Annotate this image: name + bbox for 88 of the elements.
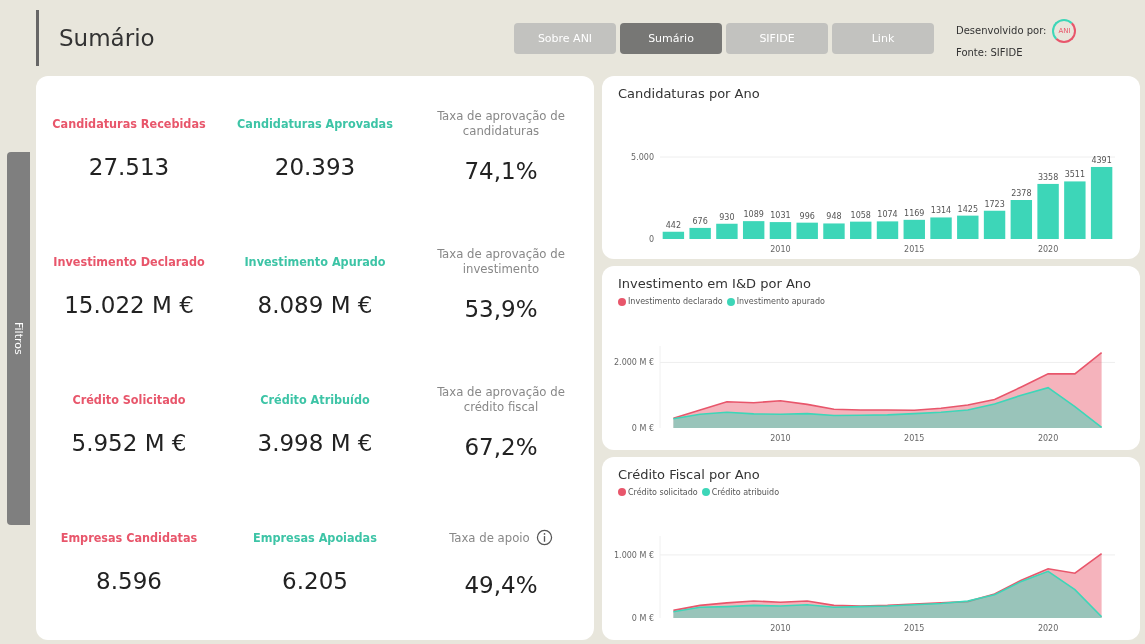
axis-label: 0 M € (631, 423, 654, 433)
chart-bar (823, 223, 845, 240)
info-icon[interactable] (535, 528, 553, 546)
data-label: 3358 (1037, 173, 1059, 183)
kpi-label: Taxa de apoio (449, 529, 530, 545)
kpi-value: 49,4% (464, 572, 538, 598)
axis-label: 2020 (1037, 245, 1059, 255)
axis-label: 2015 (904, 624, 925, 633)
chart-bar (957, 215, 979, 240)
axis-label: 2010 (770, 624, 791, 633)
chart-bar (876, 221, 899, 240)
data-label: 948 (826, 212, 842, 222)
chart-bar (742, 221, 765, 240)
chart-bar (903, 220, 925, 240)
nav-button[interactable]: SIFIDE (726, 22, 828, 54)
kpi-label: Taxa de aprovação de candidaturas (436, 108, 566, 138)
axis-label: 0 (648, 235, 654, 245)
kpi-label: Candidaturas Aprovadas (237, 115, 393, 131)
chart-bar (1064, 181, 1086, 240)
legend-label: Investimento declarado (628, 297, 723, 307)
chart-bar (1037, 184, 1059, 240)
kpi-value: 74,1% (464, 158, 538, 184)
chart-title: Candidaturas por Ano (618, 86, 761, 101)
developed-by-label: Desenvolvido por: (956, 25, 1047, 36)
chart-bar (850, 222, 872, 240)
kpi-value: 8.089 M € (257, 292, 373, 318)
kpi-label: Taxa de aprovação de investimento (436, 246, 566, 276)
chart-title: Investimento em I&D por Ano (618, 276, 812, 292)
axis-label: 2020 (1037, 433, 1059, 443)
data-label: 3511 (1064, 170, 1086, 180)
chart-bar (769, 222, 792, 240)
axis-label: 2015 (904, 433, 925, 443)
nav-button[interactable]: Sumário (620, 22, 722, 54)
legend-label: Crédito atribuido (711, 487, 780, 497)
kpi-value: 6.205 (282, 568, 348, 594)
kpi-label: Crédito Solicitado (72, 391, 186, 407)
data-label: 1169 (904, 209, 925, 219)
data-label: 4391 (1091, 156, 1112, 166)
data-label: 996 (799, 212, 815, 221)
axis-label: 1.000 M € (614, 550, 654, 560)
axis-label: 2.000 M € (614, 358, 654, 368)
data-label: 676 (692, 217, 708, 227)
kpi-value: 53,9% (464, 296, 538, 322)
data-label: 1425 (957, 204, 978, 214)
kpi-label: Empresas Candidatas (60, 529, 198, 545)
kpi-label: Investimento Apurado (244, 253, 386, 269)
axis-label: 2010 (770, 245, 791, 255)
chart-bar (930, 217, 952, 240)
nav-button[interactable]: Link (832, 22, 934, 54)
filters-tab[interactable]: Filtros (7, 152, 30, 525)
kpi-value: 3.998 M € (257, 430, 373, 456)
chart-title: Crédito Fiscal por Ano (618, 466, 761, 482)
chart-bar (662, 232, 685, 240)
kpi-label: Investimento Declarado (53, 253, 205, 269)
legend-label: Investimento apurado (736, 297, 825, 307)
axis-label: 2010 (770, 433, 791, 443)
data-label: 442 (665, 221, 681, 231)
page-title: Sumário (59, 25, 155, 51)
axis-label: 0 M € (631, 614, 654, 623)
kpi-label: Candidaturas Recebidas (52, 115, 206, 131)
data-label: 1074 (877, 210, 898, 220)
kpi-value: 27.513 (88, 154, 170, 180)
nav-button[interactable]: Sobre ANI (514, 22, 616, 54)
kpi-label: Crédito Atribuído (260, 391, 370, 407)
chart-bar (689, 228, 711, 240)
legend-label: Crédito solicitado (628, 487, 698, 497)
kpi-value: 15.022 M € (64, 292, 194, 318)
chart-bar (796, 223, 818, 240)
data-label: 1089 (743, 210, 764, 220)
kpi-label: Taxa de aprovação de crédito fiscal (436, 384, 566, 414)
axis-label: 2020 (1037, 624, 1059, 633)
data-label: 1058 (850, 211, 871, 220)
data-label: 930 (719, 213, 735, 223)
kpi-label: Empresas Apoiadas (253, 529, 377, 545)
data-label: 1723 (984, 200, 1005, 210)
kpi-value: 8.596 (96, 568, 162, 594)
chart-bar (716, 224, 738, 240)
kpi-value: 67,2% (464, 434, 538, 460)
axis-label: 5.000 (631, 153, 654, 163)
chart-bar (983, 211, 1006, 240)
data-label: 2378 (1011, 189, 1032, 199)
chart-bar (1010, 200, 1033, 240)
axis-label: 2015 (904, 245, 925, 255)
source-label: Fonte: SIFIDE (956, 46, 1024, 58)
kpi-value: 20.393 (274, 154, 356, 180)
data-label: 1031 (770, 211, 791, 221)
kpi-value: 5.952 M € (71, 430, 187, 456)
data-label: 1314 (930, 206, 952, 216)
